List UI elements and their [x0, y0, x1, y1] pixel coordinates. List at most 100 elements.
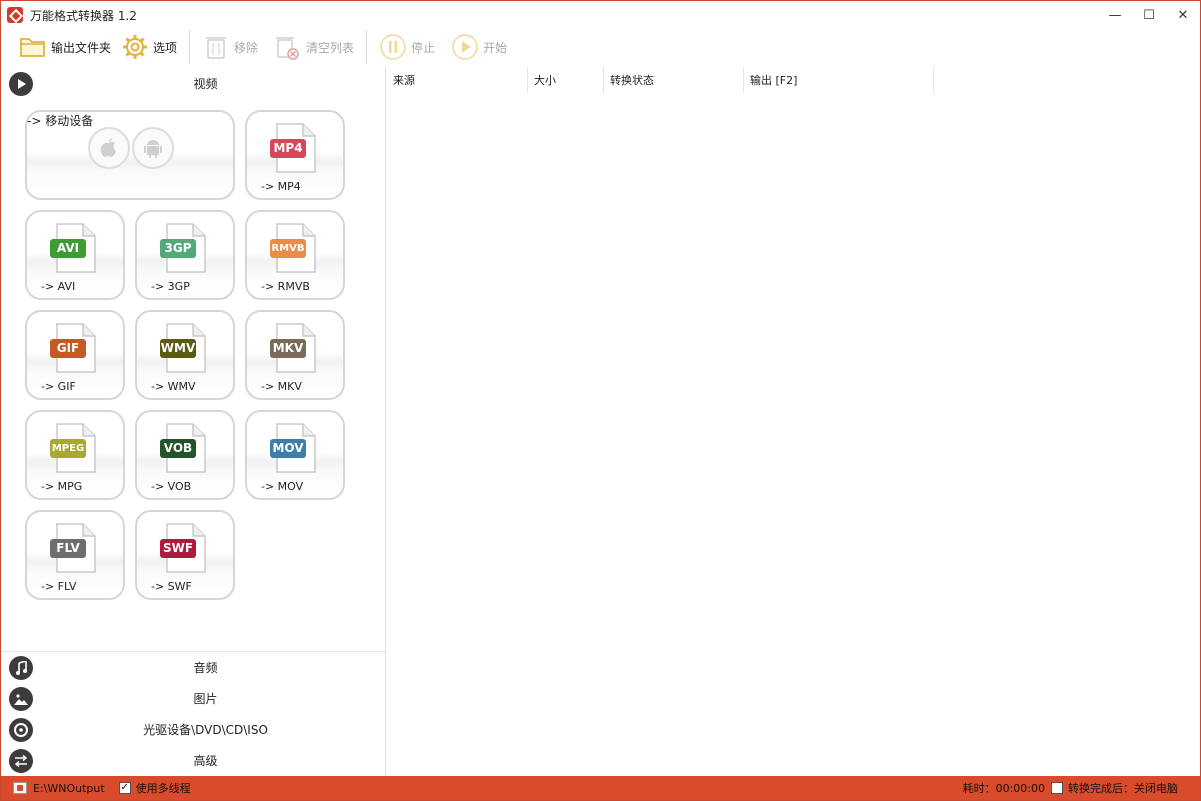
swap-icon	[9, 748, 33, 773]
output-folder-icon[interactable]	[13, 782, 27, 794]
format-tile-rmvb[interactable]: RMVB -> RMVB	[245, 210, 345, 300]
app-logo-icon	[7, 7, 23, 23]
pause-icon	[379, 33, 407, 61]
format-badge: MPEG	[50, 439, 86, 458]
column-header-output[interactable]: 输出 [F2]	[744, 67, 934, 93]
category-video[interactable]: 视频	[1, 68, 385, 99]
title-bar: 万能格式转换器 1.2 — ☐ ✕	[1, 1, 1200, 29]
format-badge: SWF	[160, 539, 196, 558]
status-right: 耗时：00:00:00 转换完成后：关闭电脑	[963, 780, 1178, 796]
other-categories: 音频 图片 光驱设备\DVD\CD\ISO 高级	[1, 651, 385, 773]
folder-icon	[19, 33, 47, 61]
format-tile-3gp[interactable]: 3GP -> 3GP	[135, 210, 235, 300]
toolbar-separator	[366, 30, 368, 64]
column-header-status[interactable]: 转换状态	[604, 67, 744, 93]
format-badge: RMVB	[270, 239, 306, 258]
format-badge: FLV	[50, 539, 86, 558]
category-audio[interactable]: 音频	[1, 652, 385, 683]
remove-button[interactable]: 移除	[198, 31, 262, 63]
column-header-source[interactable]: 来源	[387, 67, 528, 93]
category-image[interactable]: 图片	[1, 683, 385, 714]
category-advanced[interactable]: 高级	[1, 745, 385, 776]
image-icon	[9, 686, 33, 711]
category-video-label: 视频	[193, 77, 218, 91]
clear-list-label: 清空列表	[306, 40, 355, 55]
toolbar: 输出文件夹 选项 移除 清空列表 停止 开始	[1, 29, 1200, 65]
format-label: -> SWF	[151, 580, 192, 593]
elapsed-time: 耗时：00:00:00	[962, 782, 1045, 795]
format-tile-mp4[interactable]: MP4 -> MP4	[245, 110, 345, 200]
format-tile-mkv[interactable]: MKV -> MKV	[245, 310, 345, 400]
shutdown-label: 转换完成后：关闭电脑	[1068, 782, 1178, 795]
format-label: -> RMVB	[261, 280, 310, 293]
start-button[interactable]: 开始	[447, 31, 511, 63]
status-bar: E:\WNOutput ✓ 使用多线程 耗时：00:00:00 转换完成后：关闭…	[1, 776, 1200, 800]
format-label: -> 3GP	[151, 280, 190, 293]
app-window: 万能格式转换器 1.2 — ☐ ✕ 输出文件夹 选项 移除 清空列表 停止 开始…	[0, 0, 1201, 801]
category-disc-label: 光驱设备\DVD\CD\ISO	[143, 723, 268, 737]
output-folder-label: 输出文件夹	[51, 40, 112, 55]
clear-list-icon	[274, 33, 302, 61]
category-image-label: 图片	[193, 692, 218, 706]
format-label: -> MOV	[261, 480, 304, 493]
multithread-checkbox[interactable]: ✓	[118, 782, 131, 794]
format-label: -> MPG	[41, 480, 83, 493]
format-label: -> AVI	[41, 280, 76, 293]
format-badge: MOV	[270, 439, 306, 458]
clear-list-button[interactable]: 清空列表	[270, 31, 358, 63]
format-label: -> MP4	[261, 180, 301, 193]
format-tile-swf[interactable]: SWF -> SWF	[135, 510, 235, 600]
play-circle-icon	[9, 71, 33, 96]
format-label: -> FLV	[41, 580, 77, 593]
close-button[interactable]: ✕	[1166, 1, 1200, 29]
shutdown-checkbox[interactable]	[1051, 782, 1063, 794]
remove-label: 移除	[234, 40, 259, 55]
stop-button[interactable]: 停止	[375, 31, 439, 63]
window-title: 万能格式转换器 1.2	[30, 8, 137, 23]
music-note-icon	[9, 655, 33, 680]
minimize-button[interactable]: —	[1098, 1, 1132, 29]
file-list[interactable]: 来源 大小 转换状态 输出 [F2]	[387, 67, 1200, 776]
output-path[interactable]: E:\WNOutput	[33, 782, 105, 795]
android-icon	[132, 127, 174, 169]
options-button[interactable]: 选项	[117, 31, 181, 63]
format-badge: 3GP	[160, 239, 196, 258]
format-tile-flv[interactable]: FLV -> FLV	[25, 510, 125, 600]
output-folder-button[interactable]: 输出文件夹	[15, 31, 115, 63]
window-controls: — ☐ ✕	[1098, 1, 1200, 29]
format-tile-avi[interactable]: AVI -> AVI	[25, 210, 125, 300]
category-disc[interactable]: 光驱设备\DVD\CD\ISO	[1, 714, 385, 745]
format-tile-mpg[interactable]: MPEG -> MPG	[25, 410, 125, 500]
category-audio-label: 音频	[193, 661, 218, 675]
toolbar-separator	[189, 30, 191, 64]
format-tile-mobile[interactable]: -> 移动设备	[25, 110, 235, 200]
play-icon	[451, 33, 479, 61]
format-tile-vob[interactable]: VOB -> VOB	[135, 410, 235, 500]
start-label: 开始	[483, 40, 508, 55]
format-badge: VOB	[160, 439, 196, 458]
format-panel: 视频 -> 移动设备 MP4 -> MP4 AVI -> AVI 3GP -> 3GP RM…	[1, 67, 386, 776]
format-label: -> 移动设备	[27, 114, 94, 128]
apple-icon	[88, 127, 130, 169]
column-header-size[interactable]: 大小	[528, 67, 604, 93]
disc-icon	[9, 717, 33, 742]
format-badge: GIF	[50, 339, 86, 358]
multithread-label: 使用多线程	[135, 782, 191, 795]
format-tile-gif[interactable]: GIF -> GIF	[25, 310, 125, 400]
format-tile-mov[interactable]: MOV -> MOV	[245, 410, 345, 500]
gear-icon	[121, 33, 149, 61]
trash-icon	[202, 33, 230, 61]
format-label: -> VOB	[151, 480, 192, 493]
options-label: 选项	[153, 40, 178, 55]
format-badge: MKV	[270, 339, 306, 358]
format-tile-wmv[interactable]: WMV -> WMV	[135, 310, 235, 400]
format-label: -> WMV	[151, 380, 196, 393]
maximize-button[interactable]: ☐	[1132, 1, 1166, 29]
format-label: -> GIF	[41, 380, 76, 393]
category-advanced-label: 高级	[193, 754, 218, 768]
format-label: -> MKV	[261, 380, 302, 393]
format-badge: MP4	[270, 139, 306, 158]
stop-label: 停止	[411, 40, 436, 55]
format-badge: WMV	[160, 339, 196, 358]
format-badge: AVI	[50, 239, 86, 258]
